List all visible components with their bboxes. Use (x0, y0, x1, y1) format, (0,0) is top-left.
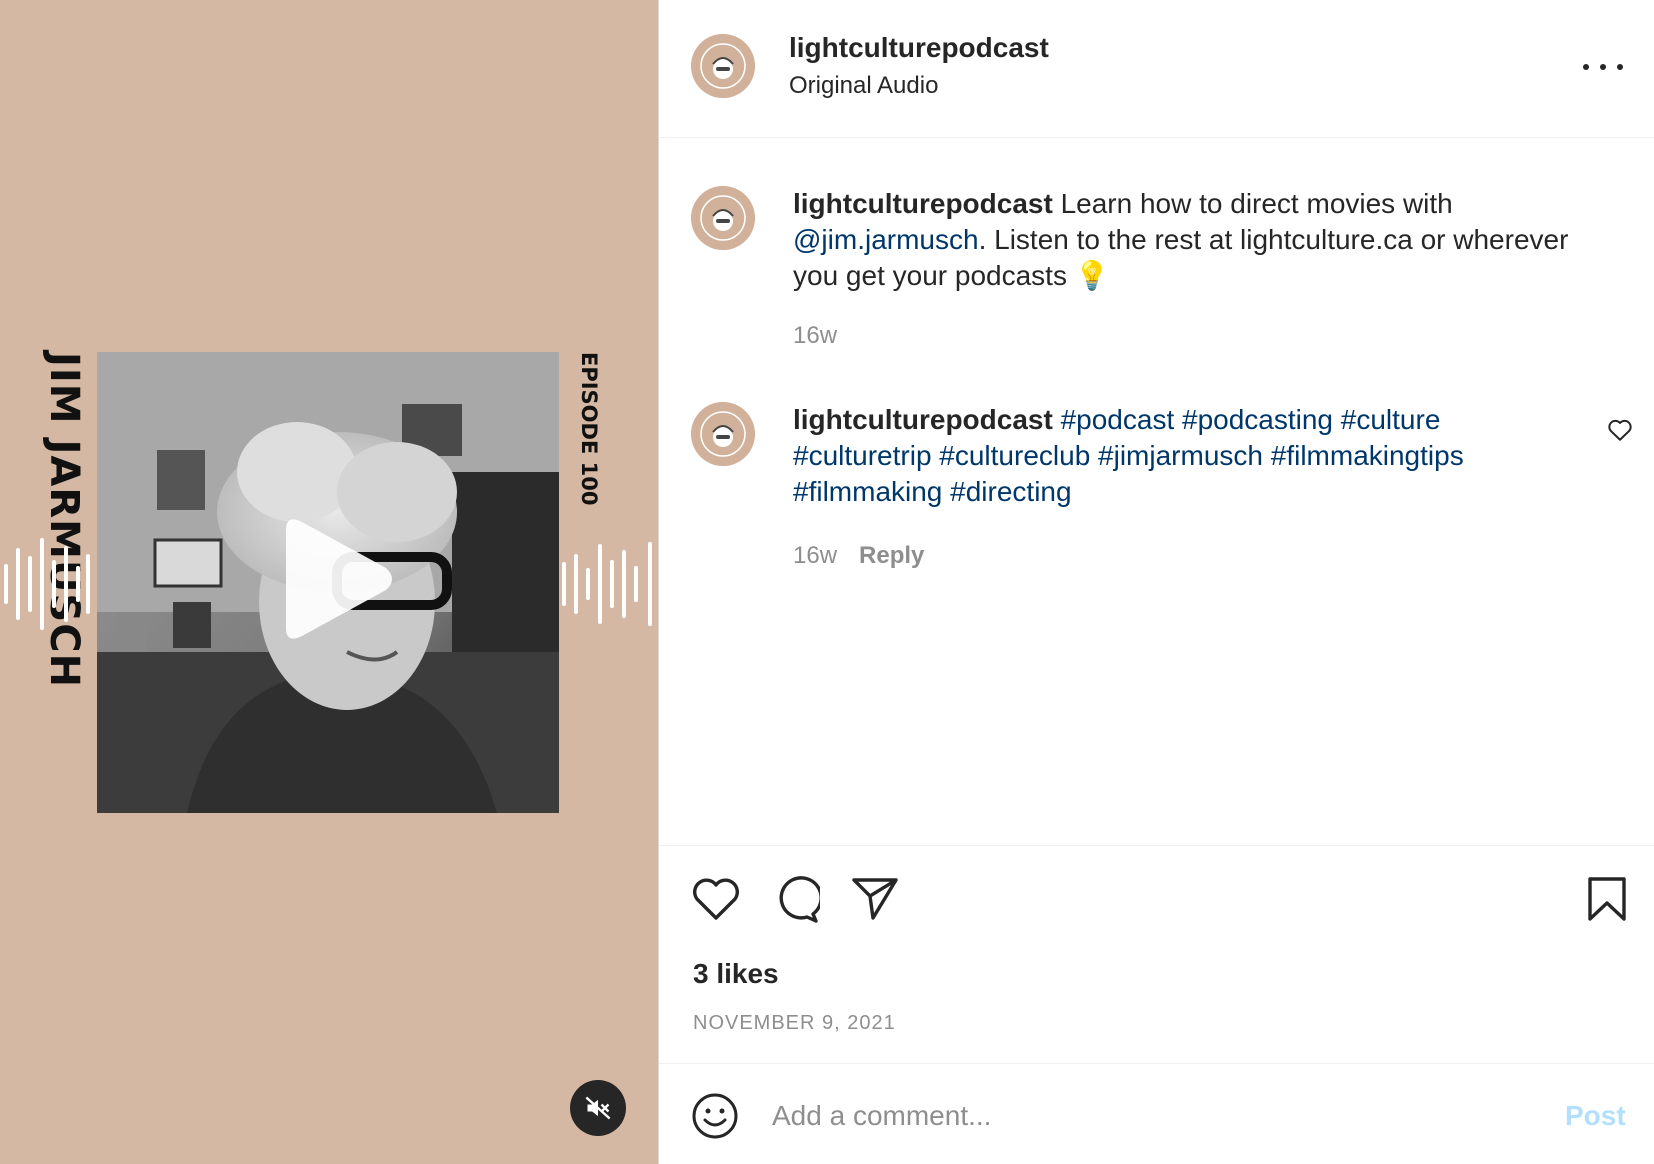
avatar[interactable] (691, 186, 755, 250)
avatar[interactable] (691, 402, 755, 466)
caption: lightculturepodcast Learn how to direct … (691, 186, 1621, 356)
speaker-muted-icon (585, 1096, 611, 1120)
mute-toggle-button[interactable] (570, 1080, 626, 1136)
sound-wave-left (4, 538, 90, 630)
caption-text: lightculturepodcast Learn how to direct … (793, 186, 1573, 294)
post-header: lightculturepodcast Original Audio (659, 0, 1654, 138)
header-username[interactable]: lightculturepodcast (789, 32, 1049, 64)
comment-username[interactable]: lightculturepodcast (793, 404, 1053, 435)
comment-bar: Post (659, 1063, 1654, 1164)
sound-wave-right (562, 542, 652, 626)
avatar[interactable] (691, 34, 755, 98)
play-button[interactable] (268, 510, 398, 648)
share-send-icon[interactable] (851, 876, 899, 922)
like-heart-icon[interactable] (691, 876, 741, 922)
lightbulb-emoji: 💡 (1074, 260, 1110, 291)
likes-count[interactable]: 3 likes (693, 958, 779, 990)
comment-text: lightculturepodcast #podcast #podcasting… (793, 402, 1573, 510)
mention-link[interactable]: @jim.jarmusch (793, 224, 979, 255)
reply-button[interactable]: Reply (859, 542, 924, 569)
post-details-panel: lightculturepodcast Original Audio light… (659, 0, 1654, 1164)
audio-subtitle[interactable]: Original Audio (789, 72, 938, 100)
more-options-icon[interactable] (1583, 52, 1623, 82)
media-panel[interactable]: JIM JARMUSCH EPISODE 100 (0, 0, 658, 1164)
bookmark-icon[interactable] (1587, 876, 1627, 922)
post-date[interactable]: NOVEMBER 9, 2021 (693, 1012, 896, 1035)
episode-label: EPISODE 100 (577, 352, 601, 506)
comment-bubble-icon[interactable] (772, 876, 820, 924)
caption-text-before: Learn how to direct movies with (1060, 188, 1453, 219)
comment-like-heart-icon[interactable] (1607, 418, 1633, 442)
play-icon (286, 519, 392, 639)
caption-time[interactable]: 16w (793, 322, 837, 350)
action-section: 3 likes NOVEMBER 9, 2021 (659, 845, 1654, 1065)
comment-meta: 16w Reply (793, 542, 924, 570)
comment-time[interactable]: 16w (793, 542, 837, 569)
comment-input[interactable] (772, 1094, 1472, 1138)
caption-username[interactable]: lightculturepodcast (793, 188, 1053, 219)
emoji-icon[interactable] (691, 1092, 739, 1140)
comment: lightculturepodcast #podcast #podcasting… (691, 402, 1632, 582)
post-button[interactable]: Post (1565, 1100, 1626, 1132)
